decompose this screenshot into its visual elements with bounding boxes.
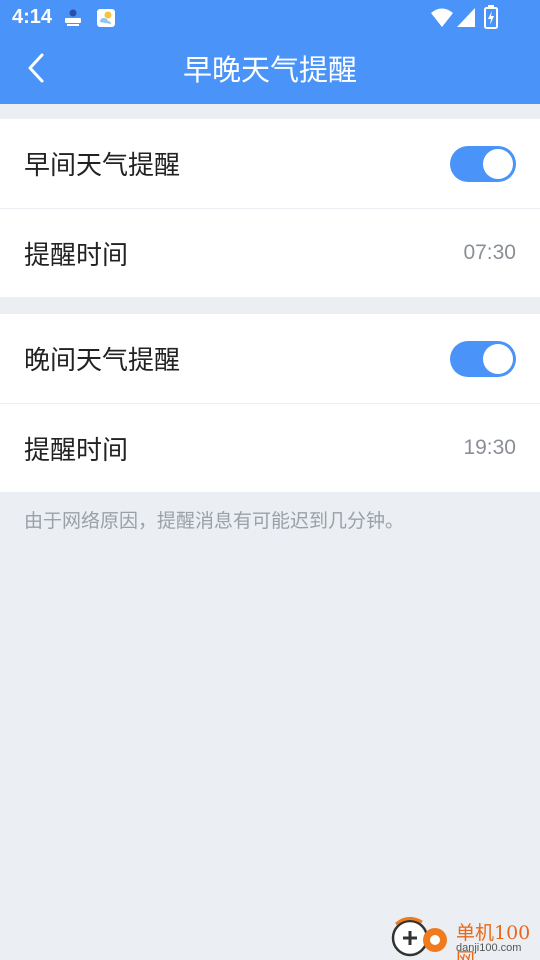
morning-time-value: 07:30 <box>463 241 516 264</box>
toggle-knob <box>483 343 513 374</box>
morning-reminder-row: 早间天气提醒 <box>0 119 540 208</box>
chevron-left-icon <box>25 52 47 88</box>
app-header: 早晚天气提醒 <box>0 36 540 104</box>
status-time: 4:14 <box>12 6 53 28</box>
morning-time-row[interactable]: 提醒时间 07:30 <box>0 208 540 297</box>
toggle-knob <box>483 148 513 179</box>
evening-time-value: 19:30 <box>463 436 516 459</box>
weather-app-icon <box>96 8 116 32</box>
wifi-icon <box>430 7 454 33</box>
network-delay-note: 由于网络原因，提醒消息有可能迟到几分钟。 <box>24 510 405 532</box>
battery-charging-icon <box>484 5 498 33</box>
status-bar: 4:14 <box>0 0 540 36</box>
signal-icon <box>456 7 476 33</box>
morning-reminder-label: 早间天气提醒 <box>24 151 181 181</box>
page-title: 早晚天气提醒 <box>182 53 357 87</box>
watermark: 单机100网 danji100.com <box>388 912 540 960</box>
evening-reminder-label: 晚间天气提醒 <box>24 346 181 376</box>
evening-time-row[interactable]: 提醒时间 19:30 <box>0 403 540 492</box>
morning-time-label: 提醒时间 <box>24 240 129 271</box>
evening-reminder-row: 晚间天气提醒 <box>0 314 540 403</box>
app-notification-icon <box>62 8 84 32</box>
evening-reminder-group: 晚间天气提醒 提醒时间 19:30 <box>0 314 540 492</box>
watermark-logo-icon <box>388 914 452 960</box>
watermark-url: danji100.com <box>456 942 522 954</box>
evening-reminder-toggle[interactable] <box>450 340 516 377</box>
morning-reminder-group: 早间天气提醒 提醒时间 07:30 <box>0 119 540 297</box>
morning-reminder-toggle[interactable] <box>450 145 516 182</box>
back-button[interactable] <box>12 46 60 94</box>
evening-time-label: 提醒时间 <box>24 435 129 466</box>
